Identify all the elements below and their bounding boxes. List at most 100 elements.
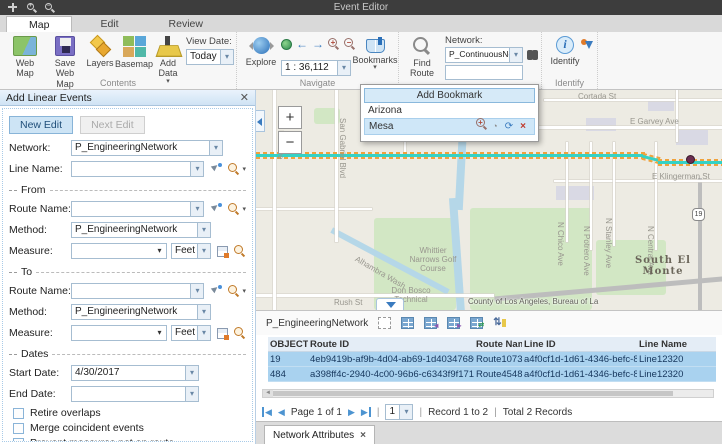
full-extent-icon[interactable] (281, 39, 292, 50)
col-route-name[interactable]: Route Name (474, 339, 522, 350)
binoculars-icon[interactable] (527, 49, 539, 61)
tab-network-attributes[interactable]: Network Attributes × (264, 425, 375, 444)
horizontal-scrollbar[interactable]: ◄ (262, 389, 714, 398)
zoom-to-feature-icon[interactable]: ▾ (228, 203, 246, 215)
chevron-down-icon[interactable] (197, 223, 210, 237)
chevron-down-icon[interactable] (153, 326, 166, 340)
scroll-left-arrow[interactable]: ◄ (263, 390, 273, 397)
zoom-to-measure-icon[interactable] (234, 327, 246, 339)
col-route-id[interactable]: Route ID (308, 339, 474, 350)
select-on-map-icon[interactable] (210, 163, 222, 175)
page-select[interactable]: 1 (385, 404, 413, 420)
previous-extent-icon[interactable]: ← (296, 39, 308, 50)
close-icon[interactable]: ✕ (240, 93, 249, 103)
chevron-down-icon[interactable] (220, 50, 233, 64)
merge-coincident-checkbox[interactable] (13, 423, 24, 434)
end-date-field[interactable] (71, 386, 199, 402)
sort-icon[interactable] (493, 317, 506, 329)
select-on-map-icon[interactable] (210, 203, 222, 215)
select-on-map-icon[interactable] (210, 285, 222, 297)
table-row[interactable]: 484 a398ff4c-2940-4c00-96b6-c6343f9f1711… (268, 367, 716, 382)
remove-bookmark-icon[interactable]: × (516, 118, 530, 135)
view-date-select[interactable]: Today (186, 49, 234, 65)
switch-selection-icon[interactable] (470, 317, 483, 329)
col-line-name[interactable]: Line Name (637, 339, 712, 350)
from-measure-field[interactable] (71, 243, 167, 259)
chevron-down-icon[interactable] (190, 202, 203, 216)
next-edit-button[interactable]: Next Edit (80, 116, 145, 134)
chevron-down-icon[interactable] (185, 366, 198, 380)
start-date-field[interactable]: 4/30/2017 (71, 365, 199, 381)
table-row[interactable]: 19 4eb9419b-af9b-4d04-ab69-1d403476802b … (268, 352, 716, 367)
show-table-icon[interactable] (401, 317, 414, 329)
zoom-in-icon[interactable]: + (328, 38, 340, 50)
explore-button[interactable]: Explore (243, 36, 279, 67)
locate-person-icon[interactable] (580, 38, 594, 52)
related-records-right-icon[interactable] (447, 317, 460, 329)
previous-page-icon[interactable]: ◀ (278, 407, 285, 417)
zoom-to-measure-icon[interactable] (234, 245, 246, 257)
col-objectid[interactable]: OBJECTID (268, 339, 308, 350)
from-route-name-field[interactable] (71, 201, 204, 217)
tab-review[interactable]: Review (147, 16, 225, 32)
network-field[interactable]: P_EngineeringNetwork (71, 140, 223, 156)
measure-on-map-icon[interactable] (217, 246, 228, 257)
bookmark-item-mesa[interactable]: Mesa + ◔ ⟳ × (364, 118, 535, 135)
zoom-to-bookmark-icon[interactable]: + (474, 118, 488, 135)
first-page-icon[interactable]: ◀ (262, 407, 272, 417)
from-units-field[interactable]: Feet (171, 243, 211, 259)
identify-button[interactable]: i Identify (550, 36, 580, 66)
route-event-marker[interactable] (686, 155, 695, 164)
line-name-field[interactable] (71, 161, 204, 177)
map-zoom-out-button[interactable]: − (278, 131, 302, 154)
scale-select[interactable]: 1 : 36,112 (281, 60, 351, 76)
zoom-to-feature-icon[interactable]: ▾ (228, 285, 246, 297)
chevron-down-icon[interactable] (399, 405, 412, 419)
prevent-measures-checkbox[interactable] (13, 438, 24, 443)
to-method-field[interactable]: P_EngineeringNetwork (71, 304, 211, 320)
close-icon[interactable]: × (360, 430, 366, 441)
add-data-button[interactable]: Add Data ▾ (150, 36, 186, 84)
measure-on-map-icon[interactable] (217, 328, 228, 339)
bookmark-item-arizona[interactable]: Arizona (364, 103, 535, 118)
add-bookmark-button[interactable]: Add Bookmark (364, 88, 535, 103)
map-zoom-in-button[interactable]: + (278, 106, 302, 129)
next-extent-icon[interactable]: → (312, 39, 324, 50)
chevron-down-icon[interactable] (337, 61, 350, 75)
to-measure-field[interactable] (71, 325, 167, 341)
panel-collapse-handle-bottom[interactable] (376, 298, 404, 310)
bookmarks-button[interactable]: Bookmarks ▾ (353, 36, 397, 70)
chevron-down-icon[interactable] (197, 326, 210, 340)
new-edit-button[interactable]: New Edit (9, 116, 73, 134)
chevron-down-icon[interactable] (197, 305, 210, 319)
chevron-down-icon[interactable] (190, 284, 203, 298)
scrollbar-thumb[interactable] (273, 391, 673, 396)
chevron-down-icon[interactable] (509, 48, 522, 62)
basemap-button[interactable]: Basemap (116, 36, 152, 69)
col-line-id[interactable]: Line ID (522, 339, 637, 350)
update-bookmark-icon[interactable]: ⟳ (502, 118, 516, 135)
next-page-icon[interactable]: ▶ (348, 407, 355, 417)
web-map-button[interactable]: Web Map (6, 36, 44, 79)
chevron-down-icon[interactable] (197, 244, 210, 258)
chevron-down-icon[interactable] (153, 244, 166, 258)
related-records-left-icon[interactable] (424, 317, 437, 329)
to-units-field[interactable]: Feet (171, 325, 211, 341)
retire-overlaps-checkbox[interactable] (13, 408, 24, 419)
clear-selection-icon[interactable] (378, 317, 391, 329)
find-route-button[interactable]: Find Route (405, 36, 439, 79)
zoom-to-feature-icon[interactable]: ▾ (228, 163, 246, 175)
pan-to-bookmark-icon[interactable]: ◔ (488, 118, 502, 135)
tab-edit[interactable]: Edit (78, 16, 140, 32)
chevron-down-icon[interactable] (190, 162, 203, 176)
from-method-field[interactable]: P_EngineeringNetwork (71, 222, 211, 238)
panel-collapse-handle-left[interactable] (256, 110, 265, 132)
to-route-name-field[interactable] (71, 283, 204, 299)
route-search-input[interactable] (445, 65, 523, 80)
chevron-down-icon[interactable] (209, 141, 222, 155)
layers-button[interactable]: Layers (84, 36, 116, 68)
network-select[interactable]: P_ContinuousNetwork (445, 47, 523, 63)
chevron-down-icon[interactable] (185, 387, 198, 401)
last-page-icon[interactable]: ▶ (361, 407, 371, 417)
tab-map[interactable]: Map (6, 16, 72, 32)
